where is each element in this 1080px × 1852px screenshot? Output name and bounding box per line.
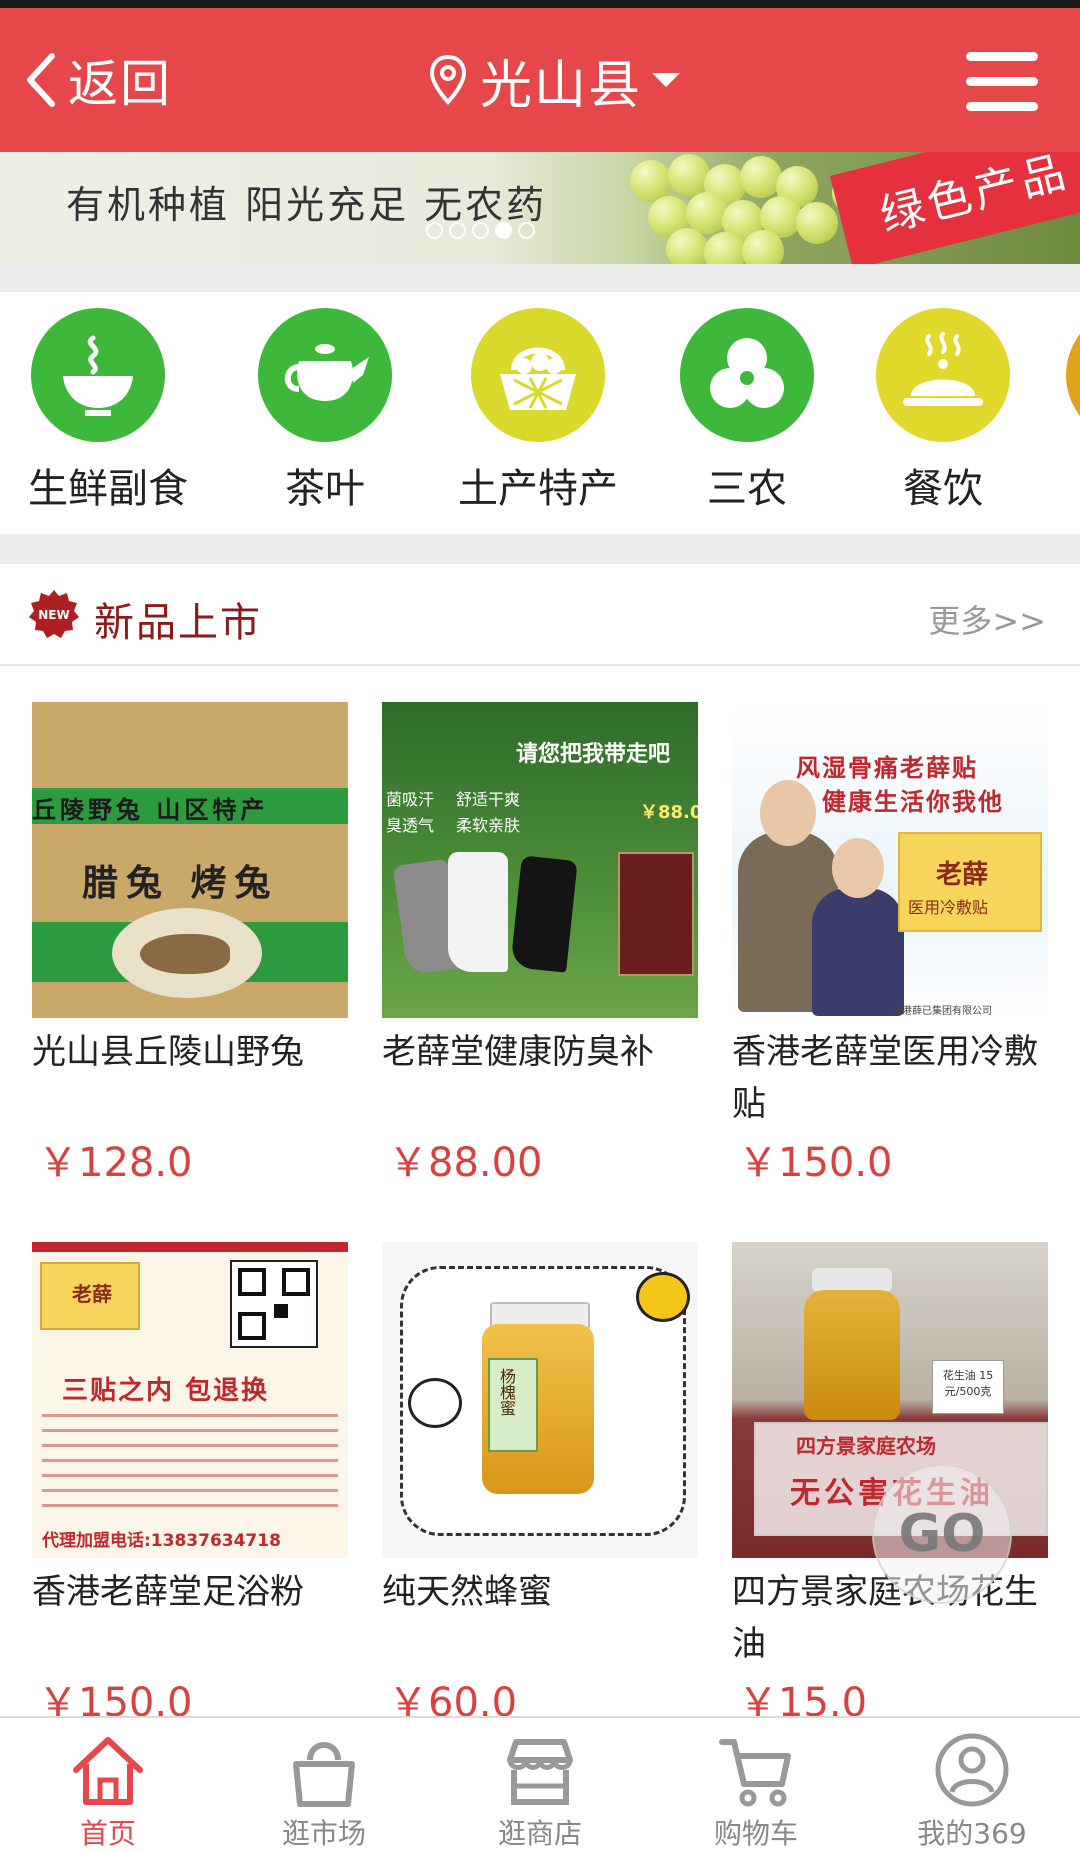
banner-pagination (426, 222, 535, 239)
more-link[interactable]: 更多>> (928, 596, 1046, 642)
menu-icon (966, 52, 1038, 61)
category-fresh-food[interactable]: 生鲜副食 (28, 308, 188, 514)
tab-cart[interactable]: 购物车 (648, 1718, 864, 1850)
user-icon (935, 1733, 1009, 1807)
pagination-dot[interactable] (472, 222, 489, 239)
category-local-specialty[interactable]: 土产特产 (450, 308, 626, 514)
category-label: 餐饮 (903, 466, 983, 512)
basket-icon (471, 308, 605, 442)
category-label: 茶叶 (285, 466, 365, 512)
product-card[interactable]: 风湿骨痛老薛贴 健康生活你我他 老薛 医用冷敷贴 香港薛已集团有限公司 香港老薛… (732, 702, 1048, 1186)
category-label: 三农 (707, 466, 787, 512)
pagination-dot-active[interactable] (495, 222, 512, 239)
pagination-dot[interactable] (426, 222, 443, 239)
svg-text:NEW: NEW (38, 608, 69, 622)
caret-down-icon (652, 73, 681, 87)
product-price: ￥88.00 (388, 1140, 543, 1186)
product-name: 纯天然蜂蜜 (382, 1572, 552, 1612)
tab-label: 逛商店 (497, 1817, 582, 1850)
product-price: ￥150.0 (738, 1140, 893, 1186)
product-image: 杨槐蜜 (382, 1242, 698, 1558)
bottom-tab-bar: 首页 逛市场 逛商店 购物车 我的369 (0, 1716, 1080, 1850)
bee-icon (636, 1272, 690, 1322)
product-price: ￥128.0 (38, 1140, 193, 1186)
store-icon (507, 1739, 573, 1805)
tab-label: 我的369 (917, 1817, 1027, 1850)
product-name: 老薛堂健康防臭补 (382, 1032, 654, 1072)
product-name: 香港老薛堂医用冷敷贴 (732, 1032, 1038, 1124)
back-button[interactable]: 返回 (24, 44, 172, 116)
honey-jar-image: 杨槐蜜 (482, 1324, 594, 1494)
divider (0, 264, 1080, 292)
category-label: 生鲜副食 (28, 466, 188, 512)
product-box (618, 852, 694, 976)
elder-woman-image (812, 888, 904, 1016)
section-title: 新品上市 (94, 600, 262, 646)
divider (0, 534, 1080, 564)
tab-market[interactable]: 逛市场 (216, 1718, 432, 1850)
oil-jar-image (804, 1290, 900, 1420)
location-selector[interactable]: 光山县 (428, 44, 681, 116)
product-card[interactable]: 请您把我带走吧 菌吸汗 舒适干爽 臭透气 柔软亲肤 ￥88.00 老薛堂健康防臭… (382, 702, 698, 1186)
product-card[interactable]: 丘陵野兔 山区特产 腊兔 烤兔 光山县丘陵山野兔 ￥128.0 (32, 702, 348, 1186)
banner-ribbon-text: 绿色产品 (875, 152, 1074, 243)
category-row: 生鲜副食 茶叶 土产特产 三农 餐饮 (0, 292, 1080, 534)
tab-label: 首页 (79, 1817, 136, 1850)
tab-home[interactable]: 首页 (0, 1718, 216, 1850)
location-pin-icon (429, 54, 467, 105)
chevron-left-icon (27, 53, 55, 107)
category-tea[interactable]: 茶叶 (258, 308, 392, 514)
new-badge-icon: NEW (29, 590, 79, 638)
product-image: 老薛 三贴之内 包退换 代理加盟电话:13837634718 (32, 1242, 348, 1558)
product-image: 丘陵野兔 山区特产 腊兔 烤兔 (32, 702, 348, 1018)
category-agriculture[interactable]: 三农 (680, 308, 814, 514)
category-label: 土产特产 (458, 466, 618, 512)
bag-icon (293, 1742, 355, 1807)
product-card[interactable]: 花生油 15元/500克 四方景家庭农场 无公害花生油 四方景家庭农场花生油 ￥… (732, 1242, 1048, 1726)
tab-store[interactable]: 逛商店 (432, 1718, 648, 1850)
patch-box: 老薛 医用冷敷贴 (898, 832, 1042, 932)
product-image: 请您把我带走吧 菌吸汗 舒适干爽 臭透气 柔软亲肤 ￥88.00 (382, 702, 698, 1018)
banner-slogan: 有机种植 阳光充足 无农药 (66, 183, 548, 227)
rabbit-image (140, 934, 230, 974)
product-card[interactable]: 杨槐蜜 纯天然蜂蜜 ￥60.0 (382, 1242, 698, 1726)
patch-box: 老薛 (40, 1262, 140, 1330)
status-strip (0, 0, 1080, 8)
bowl-icon (31, 308, 165, 442)
top-nav-bar: 返回 光山县 (0, 8, 1080, 152)
qr-code-image (230, 1260, 318, 1348)
cart-icon (719, 1739, 791, 1807)
trefoil-icon (680, 308, 814, 442)
sock-black (510, 855, 578, 973)
banner-ribbon: 绿色产品 (830, 152, 1080, 264)
pagination-dot[interactable] (518, 222, 535, 239)
menu-button[interactable] (966, 52, 1038, 112)
category-next-partial[interactable] (1066, 308, 1080, 442)
pagination-dot[interactable] (449, 222, 466, 239)
product-name: 光山县丘陵山野兔 (32, 1032, 304, 1072)
teapot-icon (258, 308, 392, 442)
product-card[interactable]: 老薛 三贴之内 包退换 代理加盟电话:13837634718 香港老薛堂足浴粉 … (32, 1242, 348, 1726)
product-image: 风湿骨痛老薛贴 健康生活你我他 老薛 医用冷敷贴 香港薛已集团有限公司 (732, 702, 1048, 1018)
product-name: 香港老薛堂足浴粉 (32, 1572, 304, 1612)
dish-cover-icon (876, 308, 1010, 442)
price-tag: 花生油 15元/500克 (932, 1360, 1004, 1414)
home-icon (73, 1737, 143, 1805)
tab-profile[interactable]: 我的369 (864, 1718, 1080, 1850)
go-float-button[interactable]: GO (872, 1464, 1012, 1604)
bee-icon (408, 1378, 462, 1428)
tab-label: 逛市场 (281, 1817, 366, 1850)
sock-white (448, 852, 508, 972)
new-products-header: NEW 新品上市 更多>> (0, 564, 1080, 666)
tab-label: 购物车 (713, 1817, 798, 1850)
promo-banner[interactable]: 有机种植 阳光充足 无农药 绿色产品 (0, 152, 1080, 264)
back-label: 返回 (68, 55, 172, 113)
location-label: 光山县 (480, 55, 643, 116)
category-dining[interactable]: 餐饮 (876, 308, 1010, 514)
